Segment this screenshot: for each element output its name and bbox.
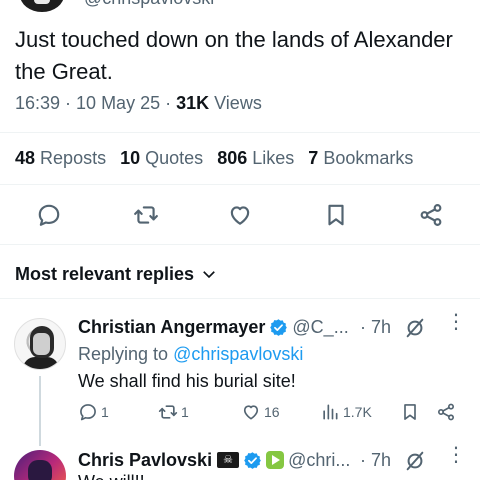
reply-time[interactable]: · 7h: [360, 315, 391, 339]
repost-icon: [134, 206, 158, 224]
stat-likes[interactable]: 806 Likes: [217, 146, 294, 170]
stat-reposts[interactable]: 48 Reposts: [15, 146, 106, 170]
repost-button[interactable]: [126, 195, 166, 235]
analytics-icon: [323, 404, 338, 420]
share-icon: [438, 403, 454, 421]
repost-count: 1: [181, 404, 189, 420]
divider: [0, 132, 480, 133]
stat-label: Quotes: [145, 148, 204, 168]
like-button[interactable]: 16: [241, 402, 280, 422]
verified-badge-icon: [270, 318, 288, 336]
stat-label: Reposts: [40, 148, 107, 168]
reply-text: We shall find his burial site!: [78, 371, 296, 391]
reply-button[interactable]: 1: [78, 402, 109, 422]
divider: [0, 184, 480, 185]
reply-button[interactable]: [29, 195, 69, 235]
stat-label: Bookmarks: [323, 148, 414, 168]
view-count: 1.7K: [343, 404, 372, 420]
sort-label: Most relevant replies: [15, 264, 195, 284]
bookmark-button[interactable]: [400, 402, 420, 422]
reply-icon: [80, 404, 96, 421]
reply-text: We will!!: [78, 470, 145, 480]
engagement-stats: 48 Reposts 10 Quotes 806 Likes 7 Bookmar…: [15, 146, 427, 170]
avatar[interactable]: [14, 450, 66, 480]
replying-to: Replying to @chrispavlovski: [78, 342, 303, 366]
replies-sort-dropdown[interactable]: Most relevant replies: [15, 262, 218, 286]
author-avatar[interactable]: [20, 0, 64, 12]
views-button[interactable]: 1.7K: [320, 402, 372, 422]
pirate-flag-icon: ☠: [217, 452, 240, 468]
like-count: 16: [264, 404, 280, 420]
bookmark-icon: [404, 404, 416, 420]
reply-author-name[interactable]: Christian Angermayer: [78, 315, 265, 339]
like-icon: [230, 206, 250, 225]
bookmark-icon: [328, 204, 344, 226]
divider: [0, 244, 480, 245]
share-button[interactable]: [411, 195, 451, 235]
stat-count: 806: [217, 148, 248, 168]
thread-line: [39, 376, 41, 446]
divider: [0, 298, 480, 299]
author-handle[interactable]: @chrispavlovski: [84, 0, 214, 9]
more-options-icon[interactable]: ⋮: [446, 445, 466, 465]
grok-icon[interactable]: [404, 317, 426, 339]
tweet-text: Just touched down on the lands of Alexan…: [15, 27, 453, 84]
stat-quotes[interactable]: 10 Quotes: [120, 146, 203, 170]
like-button[interactable]: [220, 195, 260, 235]
reply-header: Christian Angermayer @C_...: [78, 315, 349, 339]
avatar[interactable]: [14, 318, 66, 370]
reply-icon: [38, 204, 60, 226]
more-options-icon[interactable]: ⋮: [446, 312, 466, 332]
reply-author-name[interactable]: Chris Pavlovski: [78, 448, 212, 472]
reply-action-bar: 1 1 16 1.7K: [78, 402, 468, 426]
share-button[interactable]: [436, 402, 456, 422]
chevron-down-icon: [203, 271, 215, 279]
grok-icon[interactable]: [404, 450, 426, 472]
stat-bookmarks[interactable]: 7 Bookmarks: [308, 146, 413, 170]
stat-count: 48: [15, 148, 36, 168]
reply-time[interactable]: · 7h: [360, 448, 391, 472]
reply-author-handle[interactable]: @C_...: [292, 315, 348, 339]
reply-author-handle[interactable]: @chri...: [288, 448, 350, 472]
bookmark-button[interactable]: [316, 195, 356, 235]
tweet-meta: 16:39 · 10 May 25 · 31K Views: [15, 91, 262, 115]
tweet-timestamp[interactable]: 16:39 · 10 May 25 ·: [15, 93, 176, 113]
stat-count: 10: [120, 148, 141, 168]
verified-badge-icon: [244, 451, 261, 469]
replying-to-handle[interactable]: @chrispavlovski: [173, 344, 303, 364]
share-icon: [420, 204, 442, 226]
views-count: 31K: [176, 93, 210, 113]
like-icon: [243, 405, 259, 420]
reply-count: 1: [101, 404, 109, 420]
stat-label: Likes: [252, 148, 295, 168]
reply-header: Chris Pavlovski ☠ @chri...: [78, 448, 350, 472]
rumble-logo-icon: [266, 451, 285, 469]
tweet-action-bar: [0, 195, 480, 235]
stat-count: 7: [308, 148, 319, 168]
repost-button[interactable]: 1: [158, 402, 189, 422]
views-label: Views: [209, 93, 262, 113]
replying-to-prefix: Replying to: [78, 344, 174, 364]
repost-icon: [158, 405, 178, 419]
